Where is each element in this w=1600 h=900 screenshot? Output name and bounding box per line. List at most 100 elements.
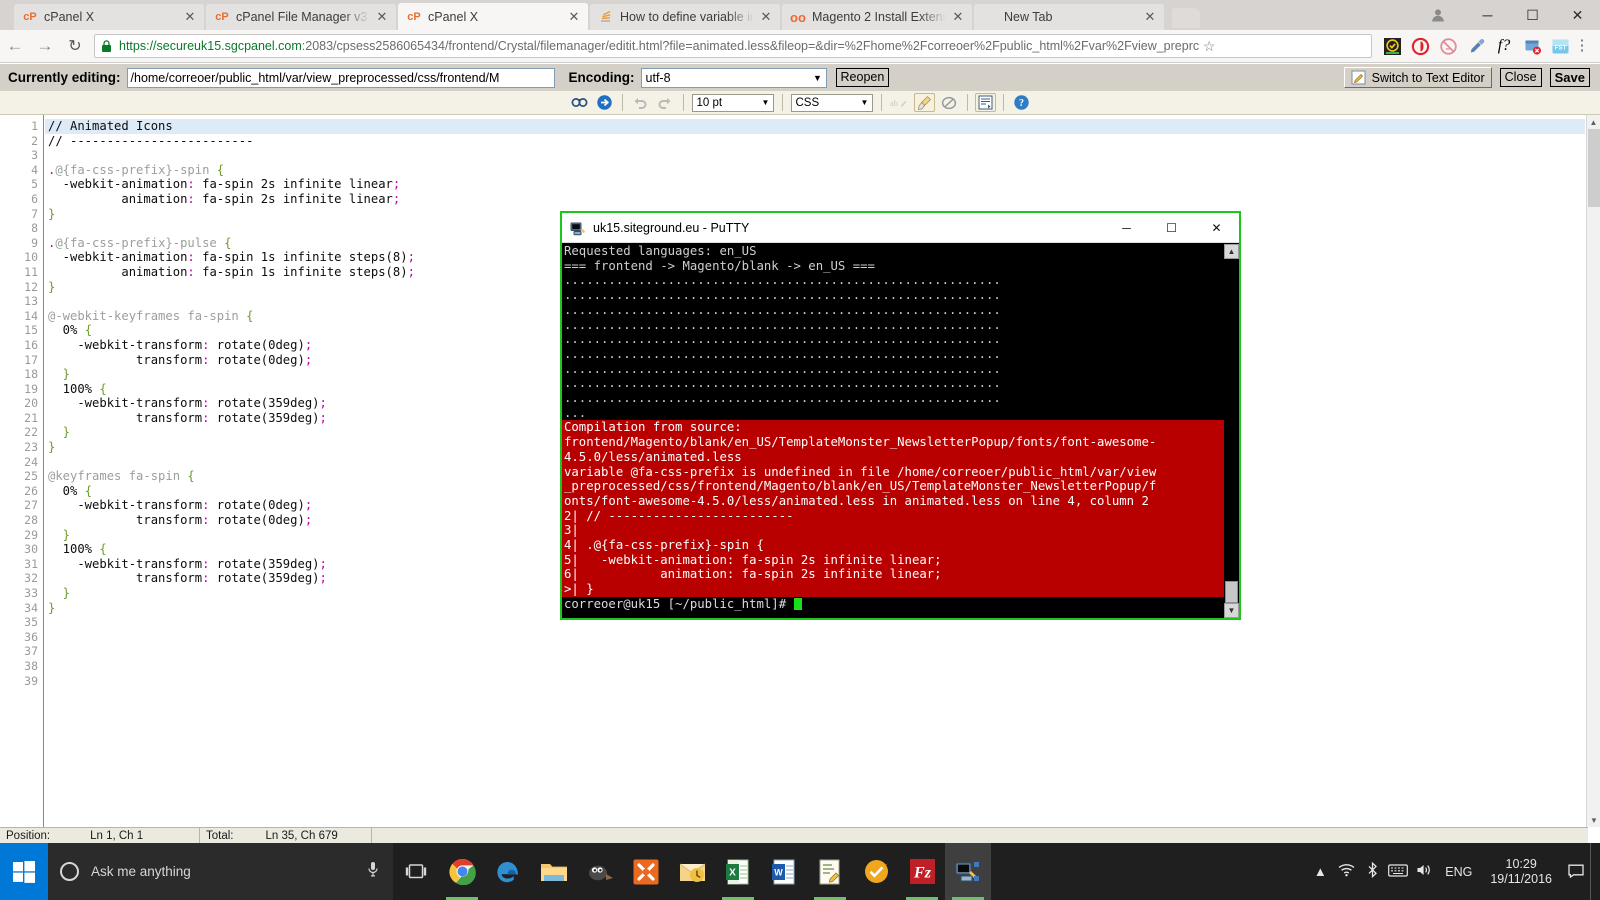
opera-shield-icon[interactable] bbox=[1407, 33, 1433, 59]
address-bar[interactable]: https://secureuk15.sgcpanel.com:2083/cps… bbox=[94, 34, 1372, 58]
browser-tab-5[interactable]: New Tab ✕ bbox=[974, 4, 1164, 30]
eyedropper-icon[interactable] bbox=[1463, 33, 1489, 59]
indent-icon[interactable] bbox=[975, 93, 996, 112]
cortana-search-box[interactable]: Ask me anything bbox=[48, 843, 393, 900]
switch-to-text-editor-button[interactable]: Switch to Text Editor bbox=[1344, 67, 1492, 88]
action-center-icon[interactable] bbox=[1562, 863, 1590, 881]
brush-icon[interactable] bbox=[914, 93, 935, 112]
code-line[interactable] bbox=[45, 659, 1585, 674]
notepad-taskbar-icon[interactable] bbox=[807, 843, 853, 900]
taskbar-clock[interactable]: 10:29 19/11/2016 bbox=[1480, 857, 1562, 887]
code-line[interactable]: // Animated Icons bbox=[45, 119, 1585, 134]
find-icon[interactable] bbox=[569, 93, 590, 112]
putty-taskbar-icon[interactable] bbox=[945, 843, 991, 900]
goto-icon[interactable] bbox=[594, 93, 615, 112]
tab-close-icon[interactable]: ✕ bbox=[1142, 9, 1158, 25]
excel-taskbar-icon[interactable]: X bbox=[715, 843, 761, 900]
browser-tab-4[interactable]: oo Magento 2 Install Extensi ✕ bbox=[782, 4, 972, 30]
code-line[interactable] bbox=[45, 674, 1585, 689]
code-line[interactable]: -webkit-animation: fa-spin 2s infinite l… bbox=[45, 177, 1585, 192]
code-line[interactable]: .@{fa-css-prefix}-spin { bbox=[45, 163, 1585, 178]
user-profile-icon[interactable] bbox=[1424, 4, 1452, 26]
tab-close-icon[interactable]: ✕ bbox=[758, 9, 774, 25]
close-button[interactable]: Close bbox=[1500, 68, 1542, 87]
code-line[interactable]: animation: fa-spin 2s infinite linear; bbox=[45, 192, 1585, 207]
undo-icon[interactable] bbox=[630, 93, 651, 112]
scrollbar-thumb[interactable] bbox=[1588, 129, 1600, 207]
editor-scrollbar[interactable]: ▲ ▼ bbox=[1586, 115, 1600, 827]
fastestvpn-icon[interactable]: FST bbox=[1547, 33, 1573, 59]
window-maximize-button[interactable]: ☐ bbox=[1510, 0, 1555, 30]
terminal-scroll-trough[interactable] bbox=[1224, 259, 1239, 603]
avast-taskbar-icon[interactable] bbox=[853, 843, 899, 900]
show-desktop-button[interactable] bbox=[1590, 843, 1596, 900]
scroll-down-arrow-icon[interactable]: ▼ bbox=[1587, 813, 1600, 827]
bookmark-star-icon[interactable]: ☆ bbox=[1199, 38, 1219, 55]
tab-close-icon[interactable]: ✕ bbox=[374, 9, 390, 25]
bluetooth-icon[interactable] bbox=[1359, 862, 1385, 881]
volume-icon[interactable] bbox=[1411, 863, 1437, 880]
task-view-button[interactable] bbox=[393, 843, 439, 900]
back-button[interactable]: ← bbox=[0, 30, 30, 63]
tab-close-icon[interactable]: ✕ bbox=[950, 9, 966, 25]
word-taskbar-icon[interactable]: W bbox=[761, 843, 807, 900]
edge-taskbar-icon[interactable] bbox=[485, 843, 531, 900]
font-size-select[interactable]: 10 pt ▼ bbox=[692, 94, 774, 112]
code-token: 100% bbox=[48, 382, 92, 396]
putty-title-bar[interactable]: uk15.siteground.eu - PuTTY ─ ☐ ✕ bbox=[562, 213, 1239, 243]
terminal-scrollbar[interactable]: ▲ ▼ bbox=[1224, 244, 1239, 618]
spellcheck-icon[interactable]: ab bbox=[889, 93, 910, 112]
wifi-icon[interactable] bbox=[1333, 863, 1359, 880]
reopen-button[interactable]: Reopen bbox=[836, 68, 890, 87]
code-token: { bbox=[99, 542, 106, 556]
new-tab-button[interactable] bbox=[1172, 8, 1200, 28]
noscript-icon[interactable] bbox=[1435, 33, 1461, 59]
save-button[interactable]: Save bbox=[1550, 68, 1590, 87]
browser-tab-1[interactable]: cP cPanel File Manager v3 ✕ bbox=[206, 4, 396, 30]
eraser-icon[interactable] bbox=[939, 93, 960, 112]
putty-minimize-button[interactable]: ─ bbox=[1104, 213, 1149, 243]
putty-maximize-button[interactable]: ☐ bbox=[1149, 213, 1194, 243]
chrome-menu-button[interactable]: ⋮ bbox=[1574, 41, 1596, 51]
tab-close-icon[interactable]: ✕ bbox=[566, 9, 582, 25]
encoding-select[interactable]: utf-8 ▼ bbox=[641, 68, 827, 88]
terminal-output[interactable]: Requested languages: en_US=== frontend -… bbox=[562, 244, 1239, 618]
terminal-scroll-down-icon[interactable]: ▼ bbox=[1224, 603, 1239, 618]
code-line[interactable] bbox=[45, 148, 1585, 163]
redo-icon[interactable] bbox=[655, 93, 676, 112]
code-line[interactable]: // ------------------------- bbox=[45, 134, 1585, 149]
xampp-taskbar-icon[interactable] bbox=[623, 843, 669, 900]
gimp-taskbar-icon[interactable] bbox=[577, 843, 623, 900]
language-indicator[interactable]: ENG bbox=[1437, 865, 1480, 879]
code-line[interactable] bbox=[45, 644, 1585, 659]
clear-cache-icon[interactable] bbox=[1519, 33, 1545, 59]
window-minimize-button[interactable]: ─ bbox=[1465, 0, 1510, 30]
fontface-icon[interactable]: f? bbox=[1491, 33, 1517, 59]
code-line[interactable] bbox=[45, 630, 1585, 645]
tab-close-icon[interactable]: ✕ bbox=[182, 9, 198, 25]
forward-button[interactable]: → bbox=[30, 30, 60, 63]
filezilla-taskbar-icon[interactable]: Fz bbox=[899, 843, 945, 900]
keyboard-icon[interactable] bbox=[1385, 864, 1411, 880]
help-icon[interactable]: ? bbox=[1011, 93, 1032, 112]
putty-terminal-window[interactable]: uk15.siteground.eu - PuTTY ─ ☐ ✕ Request… bbox=[560, 211, 1241, 620]
browser-tab-0[interactable]: cP cPanel X ✕ bbox=[14, 4, 204, 30]
adblock-icon[interactable] bbox=[1379, 33, 1405, 59]
browser-tab-2[interactable]: cP cPanel X ✕ bbox=[398, 3, 588, 30]
reload-button[interactable]: ↻ bbox=[60, 30, 90, 63]
extension-toolbar: f? FST ⋮ bbox=[1378, 33, 1600, 59]
outlook-taskbar-icon[interactable] bbox=[669, 843, 715, 900]
chrome-taskbar-icon[interactable] bbox=[439, 843, 485, 900]
chevron-up-icon[interactable]: ▲ bbox=[1307, 864, 1333, 879]
terminal-scroll-up-icon[interactable]: ▲ bbox=[1224, 244, 1239, 259]
file-explorer-taskbar-icon[interactable] bbox=[531, 843, 577, 900]
scroll-up-arrow-icon[interactable]: ▲ bbox=[1587, 115, 1600, 129]
start-button[interactable] bbox=[0, 843, 48, 900]
window-close-button[interactable]: ✕ bbox=[1555, 0, 1600, 30]
file-path-input[interactable]: /home/correoer/public_html/var/view_prep… bbox=[127, 68, 555, 88]
syntax-select[interactable]: CSS ▼ bbox=[791, 94, 873, 112]
putty-close-button[interactable]: ✕ bbox=[1194, 213, 1239, 243]
terminal-scrollbar-thumb[interactable] bbox=[1225, 581, 1238, 603]
browser-tab-3[interactable]: How to define variable in ✕ bbox=[590, 4, 780, 30]
microphone-icon[interactable] bbox=[367, 861, 379, 882]
